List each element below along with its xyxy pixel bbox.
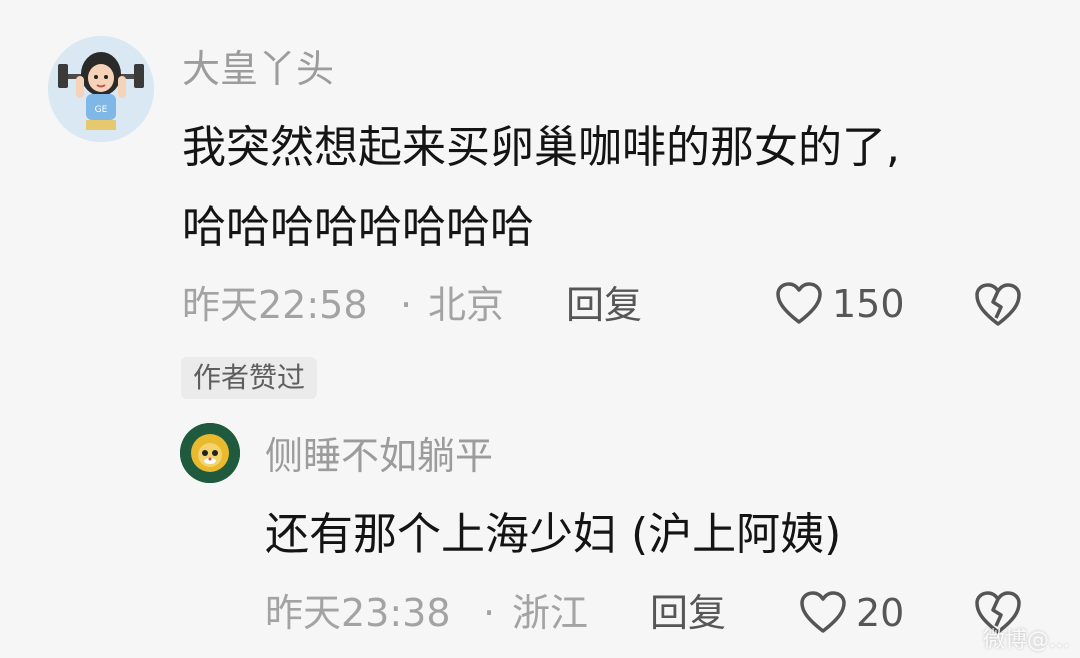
like-button[interactable]: 150 (776, 282, 905, 326)
dislike-button[interactable] (974, 282, 1022, 332)
reply-avatar[interactable] (180, 423, 240, 483)
author-liked-badge: 作者赞过 (181, 357, 318, 399)
heart-outline-icon (776, 282, 822, 324)
watermark: 微博@... (983, 628, 1070, 653)
reply-like-button[interactable]: 20 (800, 591, 904, 635)
reply-button[interactable]: 回复 (566, 286, 642, 324)
reply-text: 还有那个上海少妇 (沪上阿姨) (265, 509, 842, 560)
reply-meta-separator: · (483, 591, 496, 635)
comment-timestamp: 昨天22:58 (182, 283, 368, 327)
reply-location: 浙江 (512, 591, 589, 635)
avatar-girl-weightlifting-icon: GE (48, 36, 154, 142)
broken-heart-icon (975, 283, 1021, 326)
svg-text:GE: GE (95, 105, 108, 115)
reply-reply-button[interactable]: 回复 (650, 594, 726, 632)
comment-text-line-1: 我突然想起来买卵巢咖啡的那女的了, (182, 122, 900, 173)
reply-timestamp: 昨天23:38 (265, 591, 451, 635)
comment-location: 北京 (428, 283, 505, 327)
comment-text-line-2: 哈哈哈哈哈哈哈哈 (182, 202, 534, 253)
reply-like-count: 20 (856, 591, 905, 635)
reply-username[interactable]: 侧睡不如躺平 (265, 437, 493, 475)
heart-outline-icon (800, 591, 846, 633)
avatar[interactable]: GE (48, 36, 154, 142)
meta-separator: · (400, 283, 413, 327)
username[interactable]: 大皇丫头 (182, 50, 334, 88)
like-count: 150 (832, 282, 905, 326)
avatar-lion-icon (180, 423, 240, 483)
